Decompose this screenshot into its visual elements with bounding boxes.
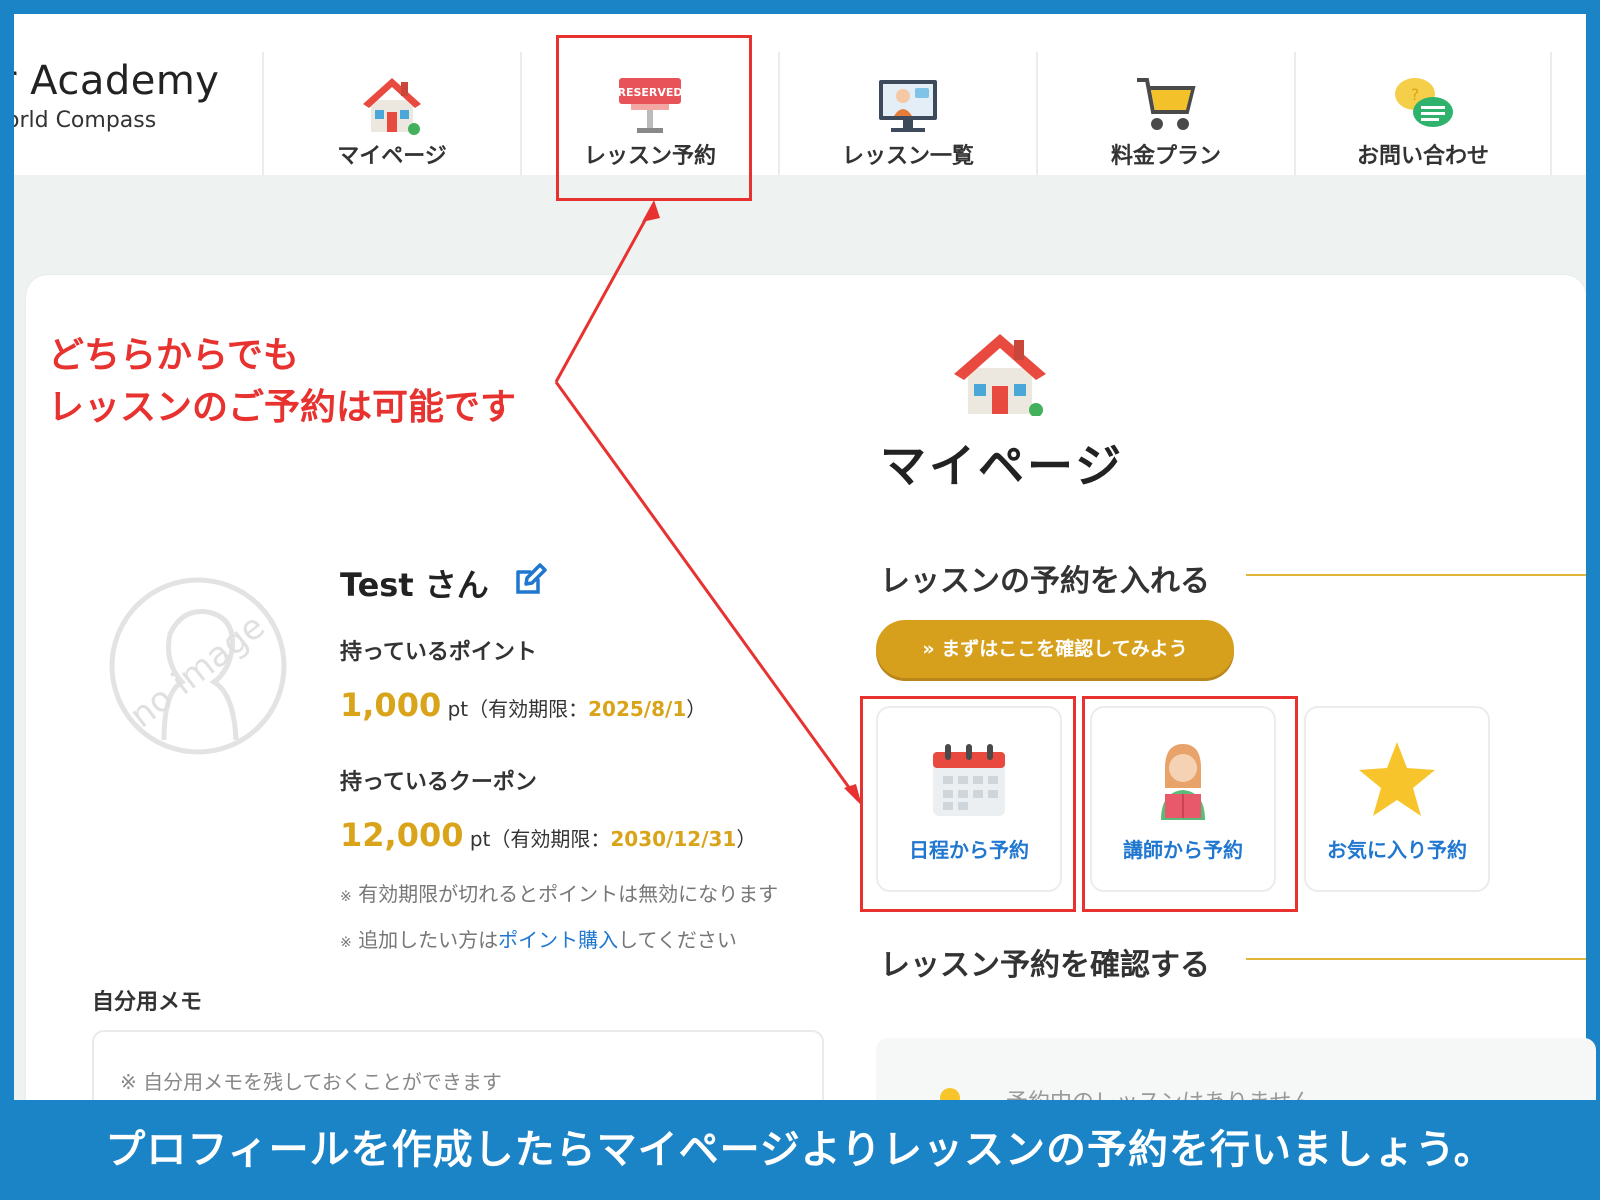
point-purchase-link[interactable]: ポイント購入 xyxy=(498,928,618,952)
annotation-text: どちらからでも レッスンのご予約は可能です xyxy=(48,330,516,434)
coupon-unit: pt（有効期限： xyxy=(469,827,611,851)
house-icon xyxy=(954,334,1046,416)
annotation-line: レッスンのご予約は可能です xyxy=(48,387,517,428)
site-logo-subtitle: orld Compass xyxy=(14,108,157,133)
note-text: 有効期限が切れるとポイントは無効になります xyxy=(358,882,779,906)
nav-lesson-list[interactable]: レッスン一覧 xyxy=(778,52,1036,175)
nav-label: マイページ xyxy=(337,144,447,169)
coupon-value: 12,000 xyxy=(340,816,464,854)
purchase-note: ※ 追加したい方はポイント購入してください xyxy=(340,924,737,953)
points-line: 1,000 pt（有効期限：2025/8/1） xyxy=(340,686,706,724)
coupon-label: 持っているクーポン xyxy=(340,770,537,795)
teacher-monitor-icon xyxy=(879,80,937,132)
browser-screen: r Academy orld Compass マイページ RESERVED レッ… xyxy=(14,14,1586,1100)
avatar: no image xyxy=(109,577,287,755)
nav-pricing[interactable]: 料金プラン xyxy=(1036,52,1294,175)
site-header: r Academy orld Compass マイページ RESERVED レッ… xyxy=(14,14,1586,175)
chat-bubbles-icon: ? xyxy=(1395,78,1453,127)
edit-icon[interactable] xyxy=(512,562,548,598)
nav-label: 料金プラン xyxy=(1110,144,1221,169)
note-mark: ※ xyxy=(340,935,352,951)
points-close: ） xyxy=(686,697,707,721)
expiry-note: ※ 有効期限が切れるとポイントは無効になります xyxy=(340,878,778,907)
book-favorite-button[interactable]: お気に入り予約 xyxy=(1304,706,1490,892)
note-text: 追加したい方は xyxy=(358,928,499,952)
memo-label: 自分用メモ xyxy=(92,990,203,1015)
highlight-teacher-tile xyxy=(1082,696,1298,912)
coupon-expiry: 2030/12/31 xyxy=(610,827,737,851)
heading-divider xyxy=(1246,574,1586,576)
booking-heading: レッスンの予約を入れる xyxy=(880,564,1210,599)
points-label: 持っているポイント xyxy=(340,640,537,665)
coupon-line: 12,000 pt（有効期限：2030/12/31） xyxy=(340,816,756,854)
cart-icon xyxy=(1137,78,1196,130)
highlight-schedule-tile xyxy=(860,696,1076,912)
points-value: 1,000 xyxy=(340,686,442,724)
tile-label: お気に入り予約 xyxy=(1327,838,1467,862)
svg-text:?: ? xyxy=(1411,85,1420,104)
page-title: マイページ xyxy=(880,439,1125,493)
heading-divider xyxy=(1246,958,1586,960)
star-icon xyxy=(1359,742,1435,816)
house-icon xyxy=(363,78,421,135)
annotation-line: どちらからでも xyxy=(48,335,299,376)
note-mark: ※ xyxy=(340,889,352,905)
nav-label: レッスン一覧 xyxy=(841,144,974,169)
site-logo[interactable]: r Academy xyxy=(14,58,219,104)
memo-placeholder: ※ 自分用メモを残しておくことができます xyxy=(120,1070,502,1094)
getting-started-button[interactable]: » まずはここを確認してみよう xyxy=(876,620,1234,678)
coupon-close: ） xyxy=(736,827,757,851)
note-text: してください xyxy=(618,928,737,952)
user-name: Test さん xyxy=(340,566,489,604)
caption-banner: プロフィールを作成したらマイページよりレッスンの予約を行いましょう。 xyxy=(0,1100,1600,1200)
avatar-text: no image xyxy=(122,606,272,735)
nav-contact[interactable]: ? お問い合わせ xyxy=(1294,52,1552,175)
highlight-nav-booking xyxy=(556,35,752,201)
confirm-heading: レッスン予約を確認する xyxy=(880,948,1210,983)
points-unit: pt（有効期限： xyxy=(447,697,589,721)
nav-mypage[interactable]: マイページ xyxy=(262,52,520,175)
nav-label: お問い合わせ xyxy=(1356,144,1489,169)
points-expiry: 2025/8/1 xyxy=(588,697,687,721)
